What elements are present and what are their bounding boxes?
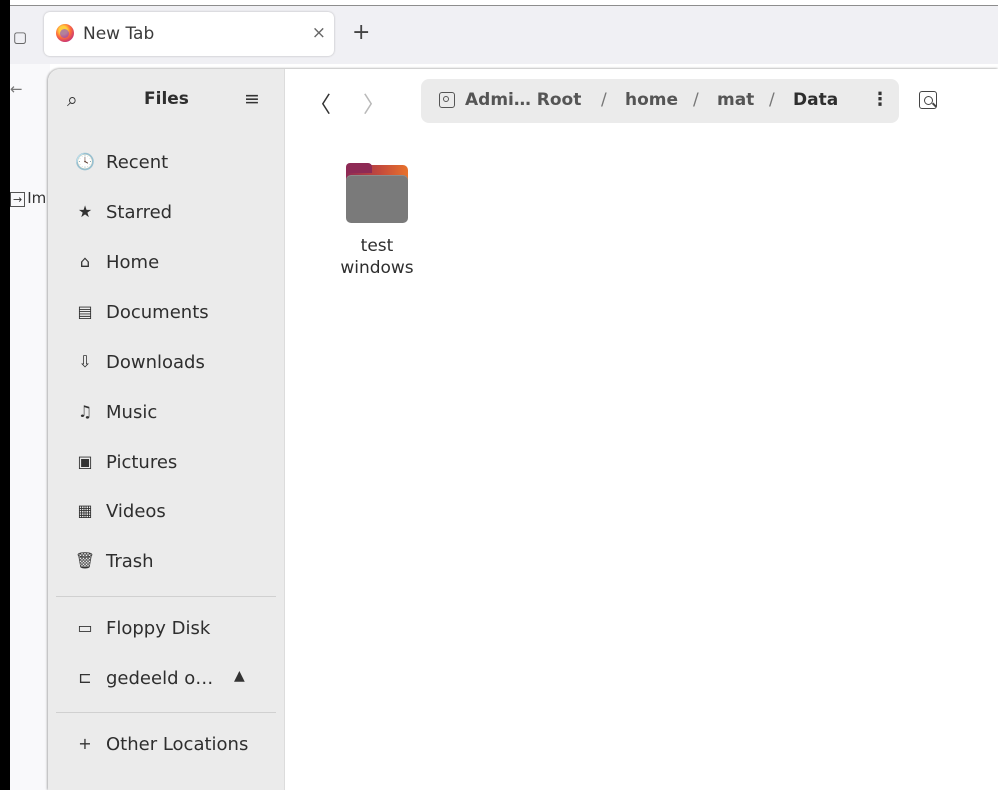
sidebar-item-trash[interactable]: 🗑 Trash xyxy=(56,541,276,581)
document-icon: ▤ xyxy=(77,302,93,321)
path-separator: / xyxy=(601,90,607,110)
sidebar-item-starred[interactable]: ★ Starred xyxy=(56,192,276,232)
sidebar-item-label: Starred xyxy=(106,202,173,223)
sidebar-item-music[interactable]: ♫ Music xyxy=(56,392,276,432)
path-separator: / xyxy=(769,90,775,110)
sidebar-item-label: Recent xyxy=(106,152,169,173)
eject-icon[interactable]: ▲ xyxy=(234,668,245,684)
sidebar-item-home[interactable]: ⌂ Home xyxy=(56,242,276,282)
sidebar-item-documents[interactable]: ▤ Documents xyxy=(56,292,276,332)
plus-icon: + xyxy=(78,734,92,753)
search-icon[interactable]: ⌕ xyxy=(67,89,78,111)
drive-icon xyxy=(439,92,455,108)
sidebar-separator xyxy=(56,596,276,597)
path-segment-root[interactable]: Admi… Root xyxy=(465,90,581,110)
tab-title: New Tab xyxy=(83,24,155,44)
folder-icon-front xyxy=(346,175,408,223)
sidebar-item-label: Other Locations xyxy=(106,734,249,755)
video-icon: ▦ xyxy=(77,501,93,520)
sidebar-item-recent[interactable]: 🕓 Recent xyxy=(56,142,276,182)
new-tab-button[interactable]: + xyxy=(352,20,370,45)
sidebar-item-videos[interactable]: ▦ Videos xyxy=(56,491,276,531)
tab-overview-icon[interactable]: ▢ xyxy=(10,28,30,46)
floppy-disk-icon: ▭ xyxy=(77,618,93,637)
browser-nav-strip: ← → Im xyxy=(10,64,50,790)
sidebar-item-label: Pictures xyxy=(106,452,178,473)
folder-name-line1: test xyxy=(360,236,394,256)
files-window: ⌕ Files ≡ 🕓 Recent ★ Starred ⌂ Home ▤ Do… xyxy=(48,69,998,790)
folder-item-test-windows[interactable]: test windows xyxy=(325,163,429,285)
sidebar-item-label: Downloads xyxy=(106,352,205,373)
sidebar-item-label: Documents xyxy=(106,302,209,323)
sidebar: ⌕ Files ≡ 🕓 Recent ★ Starred ⌂ Home ▤ Do… xyxy=(48,69,285,790)
folder-name-line2: windows xyxy=(340,258,414,278)
browser-tab-bar: ▢ New Tab × + xyxy=(10,6,998,64)
trash-icon: 🗑 xyxy=(74,551,96,570)
sidebar-item-label: Videos xyxy=(106,501,166,522)
tab-close-icon[interactable]: × xyxy=(312,23,326,43)
download-icon: ⇩ xyxy=(78,352,92,371)
sidebar-item-label: Trash xyxy=(106,551,154,572)
sidebar-item-network-share[interactable]: ⊏ gedeeld o… ▲ xyxy=(56,658,276,698)
sidebar-item-other-locations[interactable]: + Other Locations xyxy=(56,724,276,764)
music-icon: ♫ xyxy=(77,402,93,421)
star-icon: ★ xyxy=(77,202,93,221)
folder-icon xyxy=(346,163,408,223)
network-folder-icon: ⊏ xyxy=(78,668,92,687)
screen-edge xyxy=(0,0,10,790)
sidebar-item-pictures[interactable]: ▣ Pictures xyxy=(56,442,276,482)
browser-back-icon[interactable]: ← xyxy=(10,80,23,98)
main-content: 〈 〉 Admi… Root / home / mat / Data ⋮ ⋮ t… xyxy=(285,69,998,790)
path-bar[interactable]: Admi… Root / home / mat / Data ⋮ xyxy=(421,79,899,123)
path-segment-current[interactable]: Data xyxy=(793,90,838,110)
folder-name: test windows xyxy=(325,235,429,279)
sidebar-item-floppy-disk[interactable]: ▭ Floppy Disk xyxy=(56,608,276,648)
firefox-icon xyxy=(56,24,74,42)
sidebar-header: ⌕ Files ≡ xyxy=(48,69,284,133)
clock-icon: 🕓 xyxy=(75,152,95,171)
folder-search-icon[interactable] xyxy=(919,91,937,109)
view-options-icon[interactable]: ⋮ xyxy=(992,87,998,108)
sidebar-item-label: Floppy Disk xyxy=(106,618,211,639)
picture-icon: ▣ xyxy=(77,452,93,471)
folder-icon-tab xyxy=(346,163,372,173)
sidebar-item-label: Home xyxy=(106,252,160,273)
sidebar-separator xyxy=(56,712,276,713)
app-title: Files xyxy=(144,89,189,109)
path-segment-home[interactable]: home xyxy=(625,90,678,110)
path-separator: / xyxy=(693,90,699,110)
path-segment-mat[interactable]: mat xyxy=(717,90,754,110)
hamburger-menu-icon[interactable]: ≡ xyxy=(244,88,260,110)
browser-tab-new-tab[interactable]: New Tab × xyxy=(44,12,334,56)
home-icon: ⌂ xyxy=(79,252,91,271)
path-menu-icon[interactable]: ⋮ xyxy=(871,89,889,110)
sidebar-item-label: gedeeld o… xyxy=(106,668,214,689)
sidebar-item-downloads[interactable]: ⇩ Downloads xyxy=(56,342,276,382)
forward-button[interactable]: 〉 xyxy=(363,87,385,119)
bookmark-label: Im xyxy=(27,189,47,207)
import-icon: → xyxy=(10,192,26,207)
sidebar-item-label: Music xyxy=(106,402,158,423)
back-button[interactable]: 〈 xyxy=(309,87,331,119)
bookmark-item[interactable]: → Im xyxy=(10,189,46,207)
